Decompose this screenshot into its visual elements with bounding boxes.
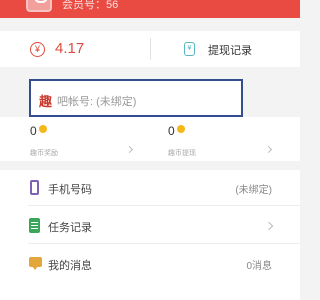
chevron-right-icon[interactable] <box>125 145 134 154</box>
balance-amount[interactable]: 4.17 <box>55 40 84 57</box>
yen-icon: ¥ <box>30 42 45 57</box>
withdraw-record-icon[interactable]: ¥ <box>184 42 195 56</box>
stats-row: 0 趣币奖励 0 趣币提现 <box>0 117 300 161</box>
coin-icon <box>177 125 185 133</box>
qu-account-binding[interactable]: 趣 吧帐号: (未绑定) <box>29 79 243 117</box>
qu-logo-char: 趣 <box>39 94 53 109</box>
chevron-right-icon <box>264 221 274 231</box>
message-icon <box>29 257 42 270</box>
qu-account-label: 吧帐号: (未绑定) <box>57 96 137 108</box>
withdraw-record-button[interactable]: 提现记录 <box>208 42 252 58</box>
divider <box>150 38 151 60</box>
member-id: 会员号：56 <box>62 0 119 11</box>
withdraw-coins-label[interactable]: 趣币提现 <box>168 148 196 158</box>
list-item-phone[interactable]: 手机号码 (未绑定) <box>0 170 300 206</box>
balance-row: ¥ 4.17 ¥ 提现记录 <box>0 31 300 67</box>
messages-label: 我的消息 <box>48 260 92 272</box>
phone-label: 手机号码 <box>48 184 92 196</box>
clipboard-icon <box>29 218 40 233</box>
header-bar: 会员号：56 <box>0 0 300 18</box>
coin-icon <box>39 125 47 133</box>
list-item-messages[interactable]: 我的消息 0消息 <box>0 246 300 282</box>
tasks-label: 任务记录 <box>48 222 92 234</box>
settings-list: 手机号码 (未绑定) 任务记录 我的消息 0消息 <box>0 170 300 300</box>
withdraw-coins-value: 0 <box>168 124 175 138</box>
phone-icon <box>30 180 39 195</box>
avatar[interactable] <box>26 0 52 12</box>
divider <box>28 243 300 244</box>
list-item-tasks[interactable]: 任务记录 <box>0 208 300 244</box>
reward-coins-value: 0 <box>30 124 37 138</box>
reward-coins-label[interactable]: 趣币奖励 <box>30 148 58 158</box>
chevron-right-icon[interactable] <box>264 145 273 154</box>
phone-value: (未绑定) <box>235 185 272 196</box>
messages-count: 0消息 <box>246 261 272 272</box>
divider <box>28 205 300 206</box>
